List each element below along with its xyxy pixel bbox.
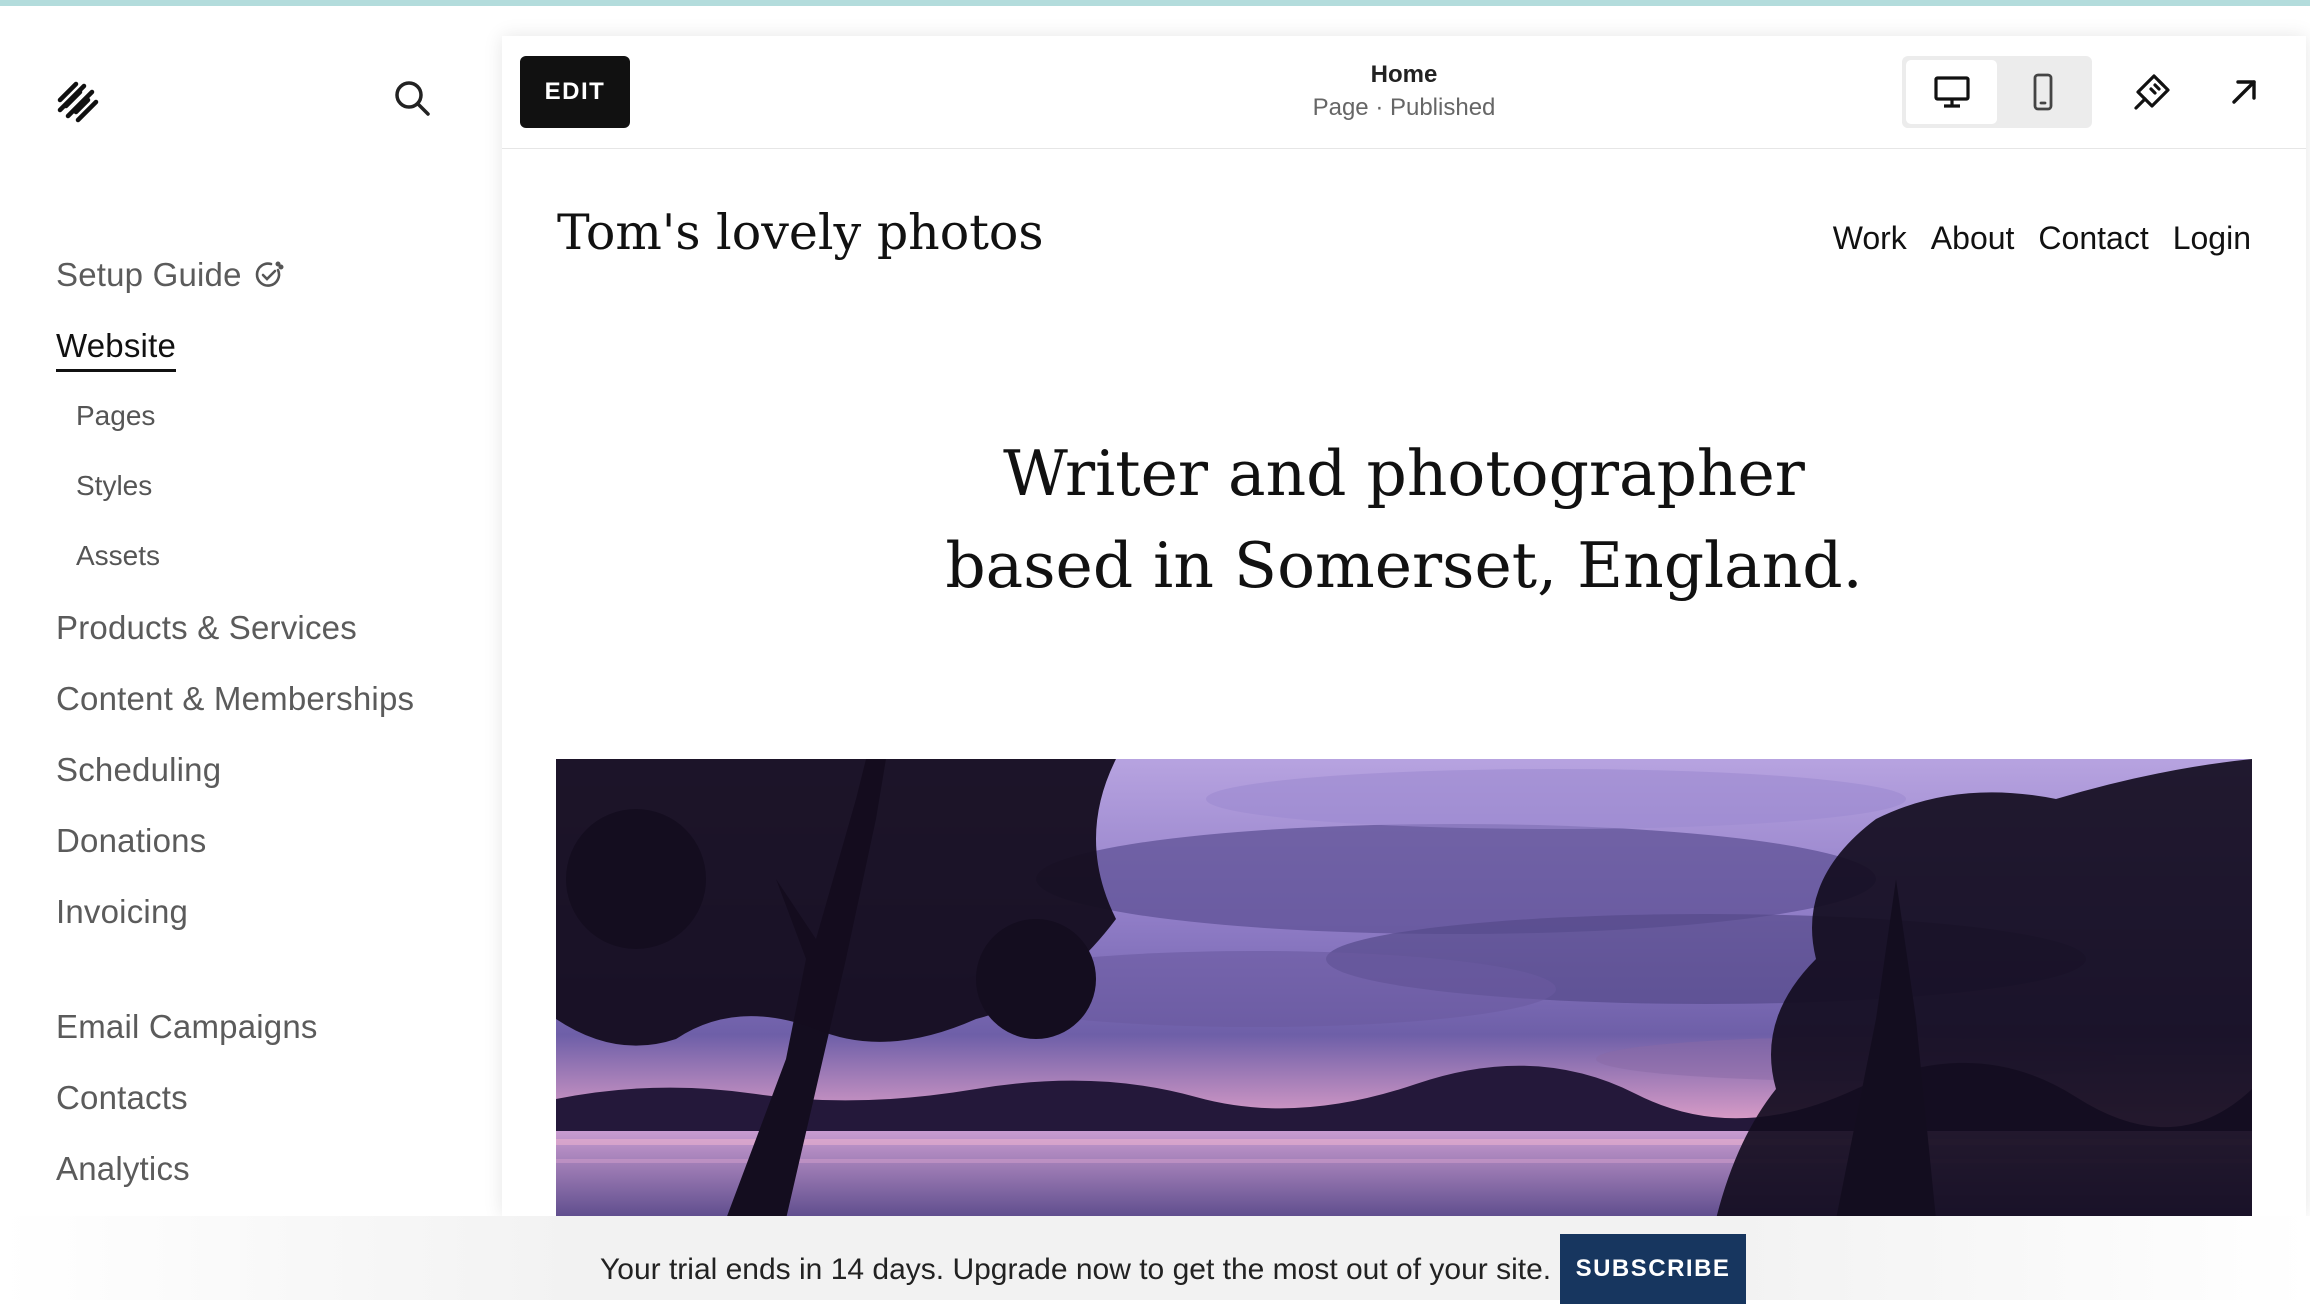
sidebar-item-donations[interactable]: Donations [56,822,206,860]
sidebar-item-contacts[interactable]: Contacts [56,1079,188,1117]
preview-toolbar: EDIT Home Page · Published [502,36,2306,149]
device-view-toggle [1902,56,2092,128]
sidebar-item-website[interactable]: Website [56,327,177,372]
sidebar-subitem-pages[interactable]: Pages [76,400,155,432]
sidebar-item-label: Donations [56,822,207,859]
setup-guide-icon [254,260,284,290]
sidebar-item-label: Website [56,327,177,364]
subscribe-button[interactable]: SUBSCRIBE [1560,1234,1746,1304]
sidebar-item-products-services[interactable]: Products & Services [56,609,357,647]
site-nav-about[interactable]: About [1931,220,2015,257]
sidebar-item-content-memberships[interactable]: Content & Memberships [56,680,414,718]
design-brush-button[interactable] [2116,56,2188,128]
sidebar-item-invoicing[interactable]: Invoicing [56,893,188,931]
sidebar-subitem-label: Pages [76,400,156,431]
open-site-button[interactable] [2208,56,2280,128]
sidebar-subitem-label: Assets [76,540,161,571]
sidebar-item-label: Email Campaigns [56,1008,318,1045]
trial-banner: Your trial ends in 14 days. Upgrade now … [0,1216,2310,1304]
sidebar-item-label: Contacts [56,1079,188,1116]
sidebar-item-label: Content & Memberships [56,680,415,717]
arrow-up-right-icon [2232,80,2256,104]
desktop-view-button[interactable] [1906,60,1997,124]
hero-line-1: Writer and photographer [1003,437,1805,510]
sidebar-item-setup-guide[interactable]: Setup Guide [56,256,284,294]
mobile-view-button[interactable] [1997,60,2088,124]
site-title[interactable]: Tom's lovely photos [557,204,1044,261]
trial-message: Your trial ends in 14 days. Upgrade now … [600,1253,1552,1286]
site-nav-contact[interactable]: Contact [2038,220,2148,257]
search-icon[interactable] [392,78,432,120]
sidebar-item-label: Analytics [56,1150,190,1187]
site-navigation: Work About Contact Login [1833,220,2251,257]
mobile-phone-icon [2033,73,2052,111]
squarespace-logo-icon[interactable] [54,78,102,126]
paintbrush-icon [2134,74,2170,110]
site-nav-login[interactable]: Login [2173,220,2251,257]
hero-line-2: based in Somerset, England. [945,529,1863,602]
sidebar-item-label: Invoicing [56,893,189,930]
sidebar-subitem-assets[interactable]: Assets [76,540,160,572]
sidebar-subitem-label: Styles [76,470,153,501]
hero-sunset-image [556,759,2252,1216]
sidebar: Setup Guide Website Pages Styles Assets … [0,6,500,1216]
hero-heading: Writer and photographer based in Somerse… [502,428,2306,612]
site-nav-work[interactable]: Work [1833,220,1907,257]
sidebar-item-label: Products & Services [56,609,357,646]
sidebar-item-label: Setup Guide [56,256,242,293]
sidebar-item-label: Scheduling [56,751,222,788]
sidebar-item-email-campaigns[interactable]: Email Campaigns [56,1008,318,1046]
sidebar-item-analytics[interactable]: Analytics [56,1150,190,1188]
site-preview-frame: EDIT Home Page · Published Tom's lovely … [502,36,2306,1216]
sidebar-item-scheduling[interactable]: Scheduling [56,751,221,789]
sidebar-subitem-styles[interactable]: Styles [76,470,152,502]
desktop-icon [1933,76,1970,108]
